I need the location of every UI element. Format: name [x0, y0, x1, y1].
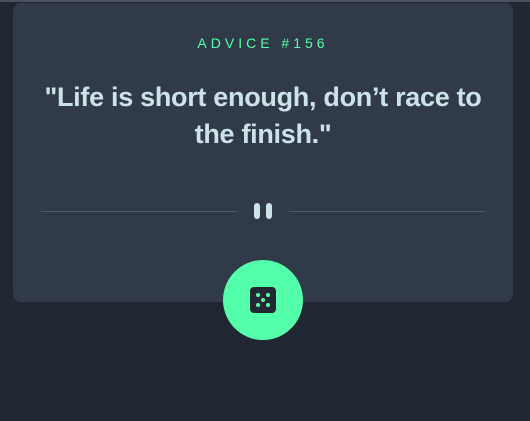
advice-card: ADVICE #156 "Life is short enough, don’t…: [13, 3, 513, 302]
pattern-divider: [41, 203, 485, 219]
advice-number-label: ADVICE #156: [197, 35, 329, 51]
top-edge: [0, 0, 530, 2]
dice-icon: [250, 287, 276, 313]
divider-line-right: [289, 211, 485, 212]
advice-quote: "Life is short enough, don’t race to the…: [44, 82, 482, 149]
pause-icon: [252, 203, 274, 219]
new-advice-button[interactable]: [223, 260, 303, 340]
divider-line-left: [41, 211, 237, 212]
